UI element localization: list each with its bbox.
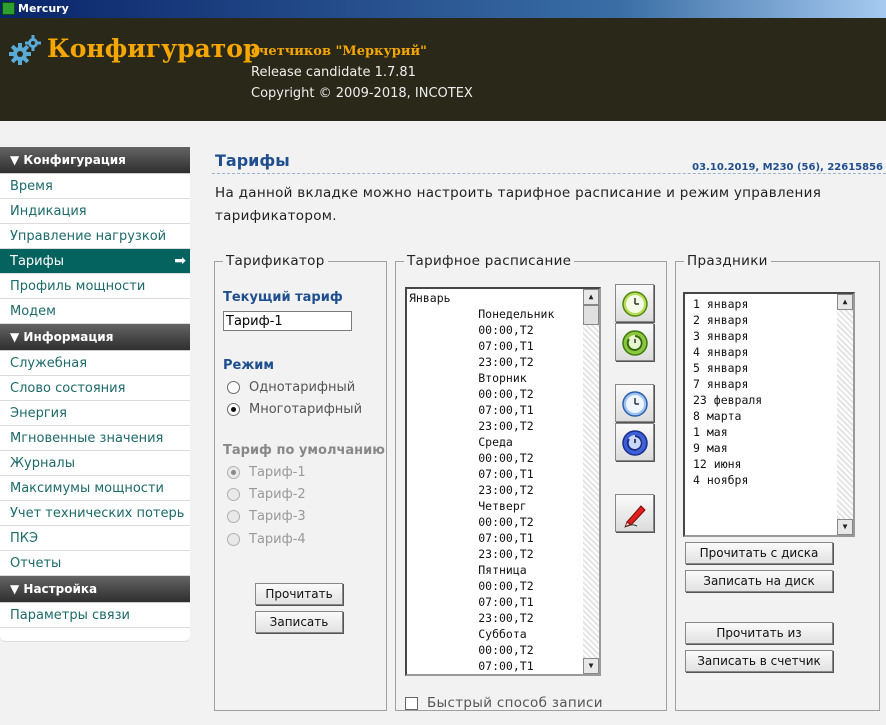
page-title: Тарифы [215,151,290,170]
green-clock-button[interactable] [615,284,654,322]
current-tariff-field[interactable] [223,311,352,331]
radio-button-icon [227,533,240,546]
blue-clock-refresh-button[interactable] [615,423,654,461]
default-tariff-1-label: Тариф-1 [249,465,306,480]
tarificator-legend: Тарификатор [226,253,325,269]
tariff-read-button[interactable]: Прочитать [255,583,343,605]
holidays-scrollbar[interactable]: ▲ ▼ [837,294,853,535]
pen-icon [624,505,646,528]
scroll-up-icon[interactable]: ▲ [583,289,599,305]
sidebar: ▼ Конфигурация Время Индикация Управлени… [0,147,190,642]
sidebar-item-time[interactable]: Время [0,174,190,199]
window-title: Mercury [18,2,69,15]
sidebar-item-display[interactable]: Индикация [0,199,190,224]
scroll-down-icon[interactable]: ▼ [583,658,599,674]
default-tariff-2-label: Тариф-2 [249,487,306,502]
sidebar-item-tariffs[interactable]: Тарифы ➡ [0,249,190,274]
sidebar-section-config[interactable]: ▼ Конфигурация [0,147,190,174]
schedule-legend: Тарифное расписание [407,253,572,269]
clock-icon [622,291,648,317]
mode-multi-radio[interactable]: Многотарифный [227,402,362,417]
current-tariff-label: Текущий тариф [223,290,343,305]
green-clock-refresh-button[interactable] [615,323,654,361]
holidays-list[interactable]: 1 января 2 января 3 января 4 января 5 ян… [683,292,855,537]
default-tariff-2-radio[interactable]: Тариф-2 [227,487,306,502]
sidebar-item-service[interactable]: Служебная [0,351,190,376]
scroll-up-icon[interactable]: ▲ [837,294,853,310]
schedule-list[interactable]: Январь Понедельник 00:00,T2 07:00,T1 23:… [405,287,601,676]
app-icon [2,2,15,15]
mode-label: Режим [223,358,275,373]
page-description: На данной вкладке можно настроить тарифн… [215,185,822,224]
sidebar-item-power-profile[interactable]: Профиль мощности [0,274,190,299]
sidebar-item-load-control[interactable]: Управление нагрузкой [0,224,190,249]
sidebar-item-energy[interactable]: Энергия [0,401,190,426]
write-to-disk-button[interactable]: Записать на диск [685,570,833,592]
sidebar-item-connection-params[interactable]: Параметры связи [0,603,190,628]
radio-button-icon [227,381,240,394]
holidays-legend: Праздники [687,253,768,269]
sidebar-item-journals[interactable]: Журналы [0,451,190,476]
default-tariff-3-label: Тариф-3 [249,509,306,524]
app-brand: Конфигуратор [47,34,261,63]
sidebar-item-pke[interactable]: ПКЭ [0,526,190,551]
tariff-write-button[interactable]: Записать [255,611,343,633]
radio-button-icon [227,510,240,523]
default-tariff-4-label: Тариф-4 [249,532,306,547]
default-tariff-3-radio[interactable]: Тариф-3 [227,509,306,524]
sidebar-item-tariffs-label: Тарифы [10,254,64,269]
read-from-meter-button[interactable]: Прочитать из счетчика [685,622,833,660]
fast-write-checkbox[interactable]: Быстрый способ записи [405,695,603,711]
schedule-text: Январь Понедельник 00:00,T2 07:00,T1 23:… [409,291,555,673]
device-info: 03.10.2019, M230 (56), 22615856 [692,162,883,173]
window-titlebar: Mercury [0,0,886,18]
sidebar-section-settings[interactable]: ▼ Настройка [0,576,190,603]
checkbox-icon [405,696,418,710]
radio-selected-icon [227,466,240,479]
app-subtitle: счетчиков "Меркурий" [251,44,427,59]
copyright: Copyright © 2009-2018, INCOTEX [251,86,473,101]
radio-button-icon [227,488,240,501]
sidebar-item-power-maximums[interactable]: Максимумы мощности [0,476,190,501]
write-to-meter-button[interactable]: Записать в счетчик [685,650,833,672]
blue-clock-button[interactable] [615,384,654,422]
clock-refresh-icon [622,430,648,456]
sidebar-item-modem[interactable]: Модем [0,299,190,324]
sidebar-item-reports[interactable]: Отчеты [0,551,190,576]
default-tariff-1-radio[interactable]: Тариф-1 [227,465,306,480]
scroll-thumb[interactable] [583,305,599,325]
radio-selected-icon [227,403,240,416]
clock-icon [622,391,648,417]
sidebar-item-status-word[interactable]: Слово состояния [0,376,190,401]
read-from-disk-button[interactable]: Прочитать с диска [685,542,833,564]
sidebar-item-technical-losses[interactable]: Учет технических потерь [0,501,190,526]
sidebar-section-info[interactable]: ▼ Информация [0,324,190,351]
mode-multi-label: Многотарифный [249,402,363,417]
arrow-right-icon: ➡ [174,253,186,269]
sidebar-item-instant-values[interactable]: Мгновенные значения [0,426,190,451]
schedule-scrollbar[interactable]: ▲ ▼ [583,289,599,674]
gears-icon [9,35,41,65]
app-header: Конфигуратор счетчиков "Меркурий" Releas… [0,18,886,121]
edit-pen-button[interactable] [615,494,654,532]
sidebar-footer [0,628,190,642]
holidays-text: 1 января 2 января 3 января 4 января 5 ян… [693,297,763,487]
default-tariff-4-radio[interactable]: Тариф-4 [227,532,306,547]
title-divider [212,173,886,174]
scroll-down-icon[interactable]: ▼ [837,519,853,535]
fast-write-label: Быстрый способ записи [427,695,603,711]
mode-single-label: Однотарифный [249,380,356,395]
default-tariff-label: Тариф по умолчанию [223,443,385,458]
clock-refresh-icon [622,330,648,356]
mode-single-radio[interactable]: Однотарифный [227,380,355,395]
release-version: Release candidate 1.7.81 [251,65,416,80]
